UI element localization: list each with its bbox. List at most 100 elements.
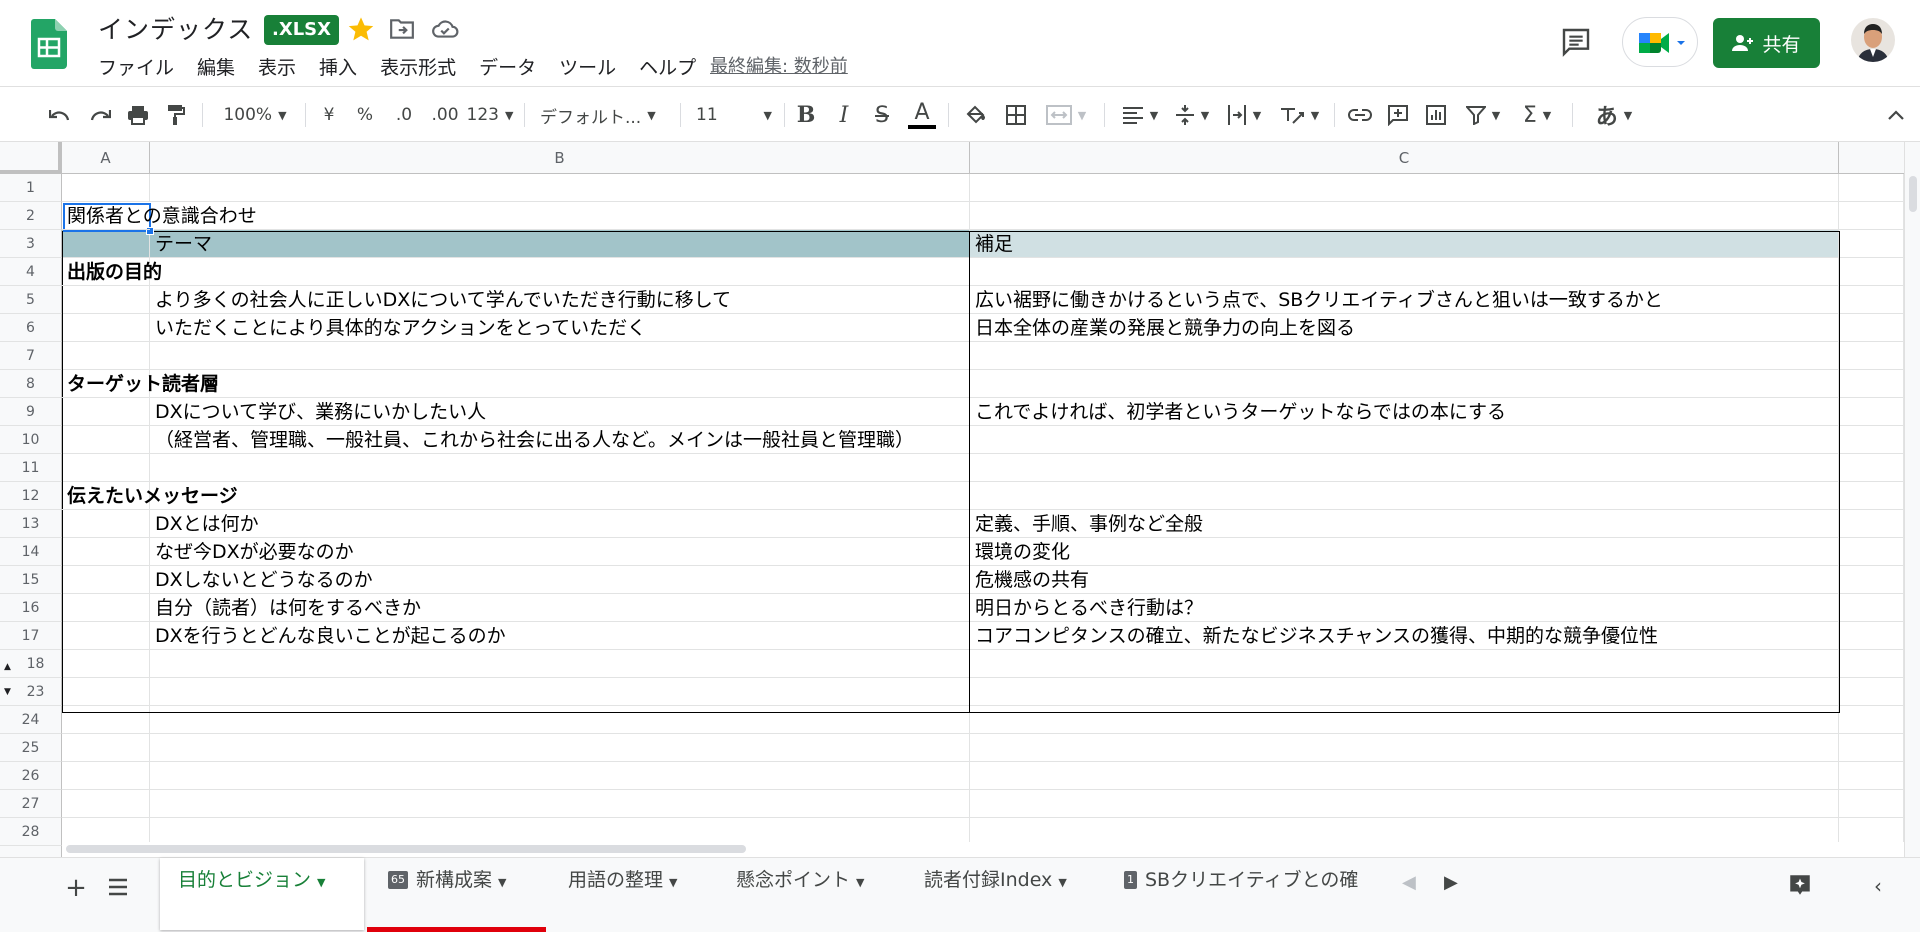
cell-c8[interactable] xyxy=(970,370,1839,398)
cell-a18[interactable] xyxy=(62,650,150,678)
vertical-scroll-thumb[interactable] xyxy=(1909,176,1917,212)
scroll-tabs-left-icon[interactable]: ◀ xyxy=(1402,872,1416,893)
cell-b16[interactable]: 自分（読者）は何をするべきか xyxy=(150,594,970,622)
bold-button[interactable]: B xyxy=(790,99,822,131)
percent-button[interactable]: % xyxy=(352,99,378,131)
cell-b25[interactable] xyxy=(150,734,970,762)
cell-a7[interactable] xyxy=(62,342,150,370)
font-family-select[interactable]: デフォルト... ▼ xyxy=(540,99,668,131)
horizontal-scroll-thumb[interactable] xyxy=(66,845,746,853)
scroll-tabs-right-icon[interactable]: ▶ xyxy=(1444,872,1458,893)
cell-b8[interactable] xyxy=(150,370,970,398)
cell-d7[interactable] xyxy=(1839,342,1904,370)
cell-d25[interactable] xyxy=(1839,734,1904,762)
vertical-scrollbar[interactable] xyxy=(1904,142,1920,857)
cell-b26[interactable] xyxy=(150,762,970,790)
row-header[interactable]: 17 xyxy=(0,622,62,650)
cell-a9[interactable] xyxy=(62,398,150,426)
cell-c25[interactable] xyxy=(970,734,1839,762)
cloud-saved-icon[interactable] xyxy=(431,17,459,41)
sheet-tab[interactable]: 65 新構成案 ▼ xyxy=(370,858,524,930)
cell-c17[interactable]: コアコンピタンスの確立、新たなビジネスチャンスの獲得、中期的な競争優位性 xyxy=(970,622,1839,650)
menu-help[interactable]: ヘルプ xyxy=(639,53,706,79)
cell-d2[interactable] xyxy=(1839,202,1904,230)
input-tools-button[interactable]: あ ▼ xyxy=(1588,99,1640,131)
row-header[interactable]: 26 xyxy=(0,762,62,790)
column-header-d[interactable] xyxy=(1839,142,1904,174)
cell-a10[interactable] xyxy=(62,426,150,454)
row-header[interactable]: 3 xyxy=(0,230,62,258)
menu-format[interactable]: 表示形式 xyxy=(380,53,466,79)
star-icon[interactable] xyxy=(347,15,375,43)
cell-b1[interactable] xyxy=(150,174,970,202)
row-header[interactable]: 28 xyxy=(0,818,62,846)
meet-button[interactable] xyxy=(1622,17,1698,67)
cell-b14[interactable]: なぜ今DXが必要なのか xyxy=(150,538,970,566)
cell-c26[interactable] xyxy=(970,762,1839,790)
cell-b27[interactable] xyxy=(150,790,970,818)
cell-d1[interactable] xyxy=(1839,174,1904,202)
cell-d5[interactable] xyxy=(1839,286,1904,314)
row-header[interactable]: 4 xyxy=(0,258,62,286)
print-icon[interactable] xyxy=(122,99,154,131)
insert-comment-icon[interactable] xyxy=(1382,99,1414,131)
cell-c1[interactable] xyxy=(970,174,1839,202)
cell-d24[interactable] xyxy=(1839,706,1904,734)
cell-a24[interactable] xyxy=(62,706,150,734)
cell-b7[interactable] xyxy=(150,342,970,370)
cell-c24[interactable] xyxy=(970,706,1839,734)
cell-c10[interactable] xyxy=(970,426,1839,454)
column-header-a[interactable]: A xyxy=(62,142,150,174)
cell-c12[interactable] xyxy=(970,482,1839,510)
menu-edit[interactable]: 編集 xyxy=(197,53,245,79)
cell-b13[interactable]: DXとは何か xyxy=(150,510,970,538)
menu-file[interactable]: ファイル xyxy=(98,53,184,79)
borders-icon[interactable] xyxy=(1000,99,1032,131)
cell-d12[interactable] xyxy=(1839,482,1904,510)
cell-b3[interactable]: テーマ xyxy=(150,230,970,258)
insert-chart-icon[interactable] xyxy=(1420,99,1452,131)
row-header[interactable]: 29 xyxy=(0,846,62,857)
last-edit-link[interactable]: 最終編集: 数秒前 xyxy=(710,52,848,78)
move-folder-icon[interactable] xyxy=(389,17,415,41)
cell-d26[interactable] xyxy=(1839,762,1904,790)
cell-d23[interactable] xyxy=(1839,678,1904,706)
cell-a11[interactable] xyxy=(62,454,150,482)
text-wrap-icon[interactable]: ▼ xyxy=(1222,99,1266,131)
cell-b5[interactable]: より多くの社会人に正しいDXについて学んでいただき行動に移して xyxy=(150,286,970,314)
functions-button[interactable]: Σ ▼ xyxy=(1514,99,1560,131)
collapse-rows-down-icon[interactable]: ▼ xyxy=(4,687,11,697)
cell-a5[interactable] xyxy=(62,286,150,314)
cell-c16[interactable]: 明日からとるべき行動は？ xyxy=(970,594,1839,622)
cell-b6[interactable]: いただくことにより具体的なアクションをとっていただく xyxy=(150,314,970,342)
row-header[interactable]: 14 xyxy=(0,538,62,566)
cell-a4[interactable]: 出版の目的 xyxy=(62,258,162,286)
cell-a12[interactable]: 伝えたいメッセージ xyxy=(62,482,238,510)
cell-d14[interactable] xyxy=(1839,538,1904,566)
cell-b18[interactable] xyxy=(150,650,970,678)
cell-a17[interactable] xyxy=(62,622,150,650)
comment-history-icon[interactable] xyxy=(1560,26,1592,58)
cell-d27[interactable] xyxy=(1839,790,1904,818)
cell-d4[interactable] xyxy=(1839,258,1904,286)
sheet-tab[interactable]: 1 SBクリエイティブとの確 xyxy=(1106,858,1382,930)
vertical-align-icon[interactable]: ▼ xyxy=(1170,99,1214,131)
cell-b9[interactable]: DXについて学び、業務にいかしたい人 xyxy=(150,398,970,426)
row-header[interactable]: 13 xyxy=(0,510,62,538)
cell-d13[interactable] xyxy=(1839,510,1904,538)
row-header[interactable]: 8 xyxy=(0,370,62,398)
menu-insert[interactable]: 挿入 xyxy=(319,53,367,79)
cell-c13[interactable]: 定義、手順、事例など全般 xyxy=(970,510,1839,538)
zoom-select[interactable]: 100% ▼ xyxy=(214,99,296,131)
cell-a6[interactable] xyxy=(62,314,150,342)
cell-c2[interactable] xyxy=(970,202,1839,230)
cell-c5[interactable]: 広い裾野に働きかけるという点で、SBクリエイティブさんと狙いは一致するかと xyxy=(970,286,1839,314)
fill-color-icon[interactable] xyxy=(960,99,992,131)
cell-c15[interactable]: 危機感の共有 xyxy=(970,566,1839,594)
menu-data[interactable]: データ xyxy=(479,53,546,79)
row-header[interactable]: 25 xyxy=(0,734,62,762)
redo-icon[interactable] xyxy=(84,99,116,131)
cell-d18[interactable] xyxy=(1839,650,1904,678)
currency-button[interactable]: ¥ xyxy=(316,99,342,131)
cell-b12[interactable] xyxy=(150,482,970,510)
